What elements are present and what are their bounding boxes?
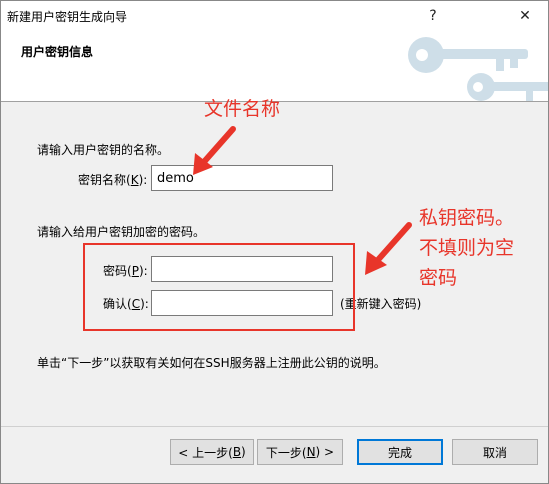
cancel-button[interactable]: 取消 bbox=[452, 439, 538, 465]
wizard-header: 用户密钥信息 bbox=[1, 31, 548, 102]
annotation-arrow-icon bbox=[193, 126, 236, 175]
page-title: 用户密钥信息 bbox=[21, 45, 94, 59]
close-button[interactable]: ✕ bbox=[502, 1, 548, 31]
name-label: 密钥名称(K): bbox=[78, 173, 148, 187]
password-prompt: 请输入给用户密钥加密的密码。 bbox=[37, 225, 206, 239]
keys-icon bbox=[408, 37, 548, 101]
wizard-window: 新建用户密钥生成向导 ? ✕ 用户密钥信息 请输入用户密钥的名称。 密钥名称(K… bbox=[0, 0, 549, 484]
help-button[interactable]: ? bbox=[410, 1, 456, 31]
password-highlight-box bbox=[83, 243, 355, 331]
window-title: 新建用户密钥生成向导 bbox=[7, 10, 128, 24]
info-text: 单击“下一步”以获取有关如何在SSH服务器上注册此公钥的说明。 bbox=[37, 356, 386, 370]
password-annotation-line3: 密码 bbox=[419, 267, 458, 289]
finish-button[interactable]: 完成 bbox=[357, 439, 443, 465]
password-annotation-line1: 私钥密码。 bbox=[419, 207, 515, 229]
title-bar: 新建用户密钥生成向导 ? ✕ bbox=[1, 1, 548, 31]
name-prompt: 请输入用户密钥的名称。 bbox=[37, 143, 170, 157]
key-name-input[interactable] bbox=[151, 165, 333, 191]
password-annotation-line2: 不填则为空 bbox=[419, 237, 515, 259]
filename-annotation: 文件名称 bbox=[204, 98, 281, 120]
next-button[interactable]: 下一步(N) > bbox=[257, 439, 343, 465]
footer-divider bbox=[1, 426, 548, 427]
annotation-arrow-icon bbox=[365, 222, 412, 275]
back-button[interactable]: < 上一步(B) bbox=[170, 439, 254, 465]
